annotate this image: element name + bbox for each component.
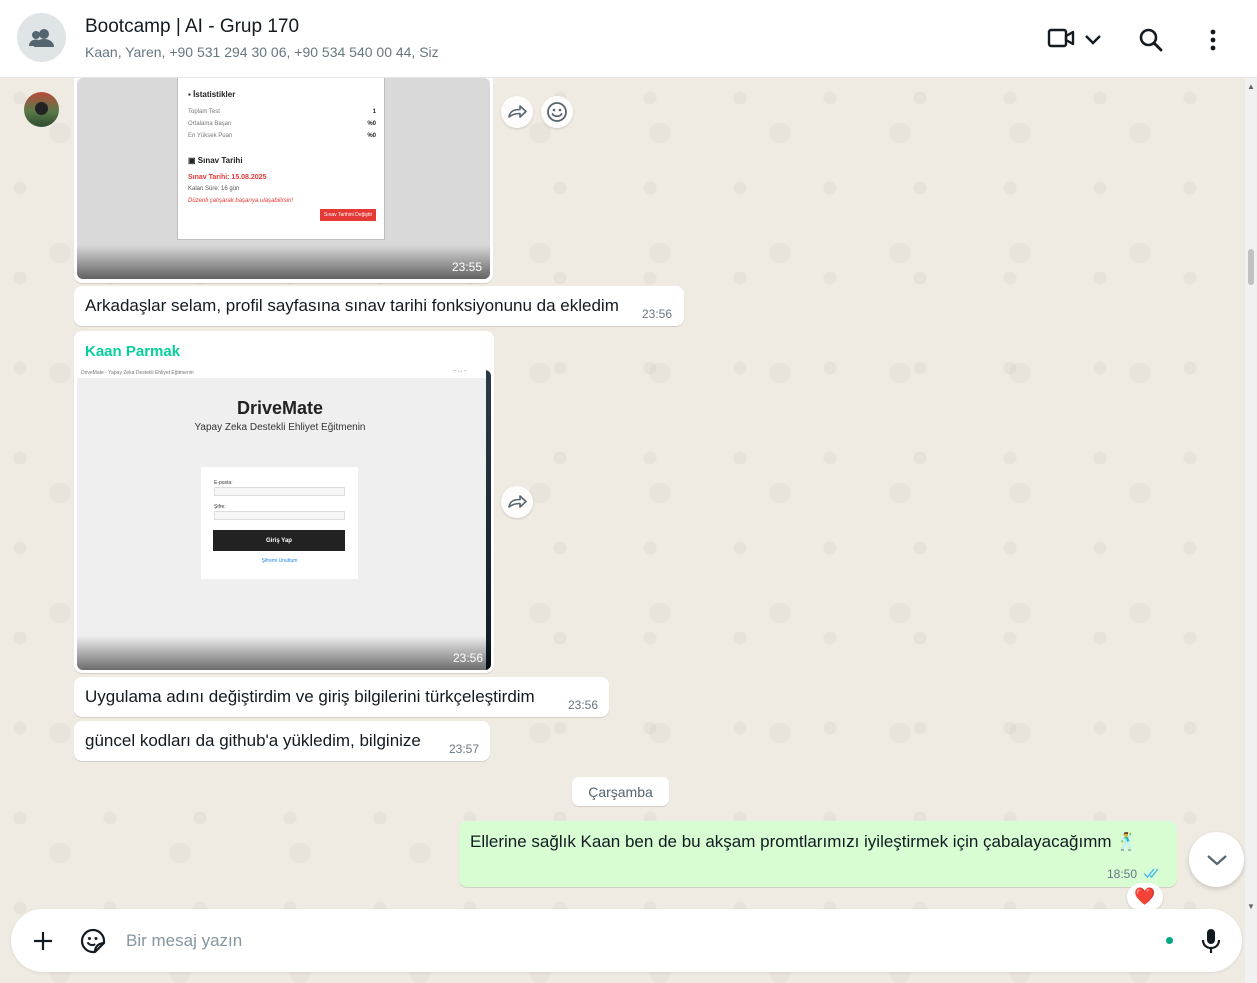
message-time: 23:56 bbox=[452, 651, 483, 665]
sender-avatar[interactable] bbox=[24, 92, 59, 127]
image-message[interactable]: ▪ İstatistikler Toplam Test 1 Ortalama Ba… bbox=[74, 78, 493, 283]
plus-icon[interactable] bbox=[31, 929, 55, 953]
window-title: DriveMate - Yapay Zeka Destekli Ehliyet … bbox=[81, 370, 194, 376]
message-time: 23:56 bbox=[642, 307, 673, 321]
mic-icon[interactable] bbox=[1199, 927, 1223, 955]
video-call-icon[interactable] bbox=[1046, 26, 1076, 50]
password-label: Şifre: bbox=[214, 504, 226, 510]
dancing-emoji: 🕺 bbox=[1116, 832, 1138, 851]
motivation-text: Düzenli çalışarak başarıya ulaşabilirsin… bbox=[188, 198, 294, 204]
email-field bbox=[214, 487, 345, 496]
chat-title[interactable]: Bootcamp | AI - Grup 170 bbox=[85, 16, 299, 38]
group-avatar[interactable] bbox=[17, 13, 66, 62]
app-subtitle: Yapay Zeka Destekli Ehliyet Eğitmenin bbox=[194, 422, 366, 433]
message-text: Uygulama adını değiştirdim ve giriş bilg… bbox=[85, 687, 535, 706]
remaining-days: Kalan Süre: 16 gün bbox=[188, 186, 240, 192]
forgot-password-link: Şifremi Unuttum bbox=[261, 558, 298, 564]
app-title: DriveMate bbox=[236, 398, 324, 418]
react-button[interactable] bbox=[541, 96, 573, 128]
sticker-icon[interactable] bbox=[79, 927, 107, 955]
image-preview[interactable]: DriveMate - Yapay Zeka Destekli Ehliyet … bbox=[77, 370, 491, 670]
scroll-to-bottom-button[interactable] bbox=[1189, 832, 1244, 887]
message-input[interactable]: Bir mesaj yazın bbox=[126, 931, 242, 951]
message-time: 23:56 bbox=[568, 698, 599, 712]
login-button: Giriş Yap bbox=[213, 530, 345, 551]
window-titlebar: DriveMate - Yapay Zeka Destekli Ehliyet … bbox=[77, 370, 491, 378]
heart-icon: ❤️ bbox=[1134, 887, 1156, 906]
stats-heading: ▪ İstatistikler bbox=[188, 90, 236, 99]
status-dot bbox=[1166, 937, 1173, 944]
message-time: 23:57 bbox=[449, 742, 480, 756]
chevron-down-icon bbox=[1206, 854, 1227, 865]
scrollbar-thumb[interactable] bbox=[1248, 249, 1254, 285]
image-message[interactable]: Kaan Parmak DriveMate - Yapay Zeka Deste… bbox=[74, 331, 494, 673]
outgoing-message[interactable]: Ellerine sağlık Kaan ben de bu akşam pro… bbox=[459, 821, 1177, 887]
forward-button[interactable] bbox=[501, 486, 533, 518]
image-shade bbox=[77, 245, 490, 279]
image-preview[interactable]: ▪ İstatistikler Toplam Test 1 Ortalama Ba… bbox=[77, 78, 490, 279]
chevron-down-icon[interactable] bbox=[1082, 30, 1104, 48]
exam-heading: ▣ Sınav Tarihi bbox=[188, 156, 243, 165]
exam-date: Sınav Tarihi: 15.08.2025 bbox=[188, 174, 267, 181]
message-text: Arkadaşlar selam, profil sayfasına sınav… bbox=[85, 296, 619, 315]
chat-scrollbar[interactable]: ▲ ▼ bbox=[1245, 78, 1257, 983]
scroll-up-arrow-icon[interactable]: ▲ bbox=[1247, 82, 1255, 91]
message-reaction[interactable]: ❤️ bbox=[1127, 883, 1163, 911]
message-text: Ellerine sağlık Kaan ben de bu akşam pro… bbox=[470, 832, 1138, 851]
calendar-icon: ▣ bbox=[188, 156, 198, 165]
forward-icon bbox=[508, 105, 527, 118]
text-message[interactable]: Uygulama adını değiştirdim ve giriş bilg… bbox=[74, 677, 609, 717]
screenshot-card: ▪ İstatistikler Toplam Test 1 Ortalama Ba… bbox=[177, 78, 385, 240]
forward-button[interactable] bbox=[501, 96, 533, 128]
stat-row: En Yüksek Puan %0 bbox=[188, 133, 376, 139]
sender-name[interactable]: Kaan Parmak bbox=[85, 343, 180, 360]
background-window-edge bbox=[486, 370, 491, 670]
change-exam-date-button: Sınav Tarihini Değiştir bbox=[320, 209, 376, 221]
window-controls-icon: – □ × bbox=[453, 370, 467, 374]
chat-header[interactable]: Bootcamp | AI - Grup 170 Kaan, Yaren, +9… bbox=[0, 0, 1257, 78]
image-shade bbox=[77, 636, 491, 670]
chat-participants: Kaan, Yaren, +90 531 294 30 06, +90 534 … bbox=[85, 44, 439, 60]
menu-icon[interactable] bbox=[1203, 26, 1223, 54]
text-message[interactable]: Arkadaşlar selam, profil sayfasına sınav… bbox=[74, 286, 684, 326]
forward-icon bbox=[508, 495, 527, 508]
day-separator: Çarşamba bbox=[572, 777, 669, 806]
password-field bbox=[214, 511, 345, 520]
stat-row: Toplam Test 1 bbox=[188, 109, 376, 115]
scroll-down-arrow-icon[interactable]: ▼ bbox=[1247, 902, 1255, 911]
login-card: E-posta: Şifre: Giriş Yap Şifremi Unuttu… bbox=[201, 467, 358, 579]
emoji-icon bbox=[547, 102, 567, 122]
message-text: güncel kodları da github'a yükledim, bil… bbox=[85, 731, 421, 750]
text-message[interactable]: güncel kodları da github'a yükledim, bil… bbox=[74, 721, 490, 761]
email-label: E-posta: bbox=[214, 480, 233, 486]
search-icon[interactable] bbox=[1137, 26, 1165, 54]
double-check-icon bbox=[1143, 868, 1159, 879]
stat-row: Ortalama Başarı %0 bbox=[188, 121, 376, 127]
message-time: 18:50 bbox=[1107, 867, 1138, 881]
message-time: 23:55 bbox=[451, 260, 482, 274]
group-icon bbox=[28, 28, 54, 47]
